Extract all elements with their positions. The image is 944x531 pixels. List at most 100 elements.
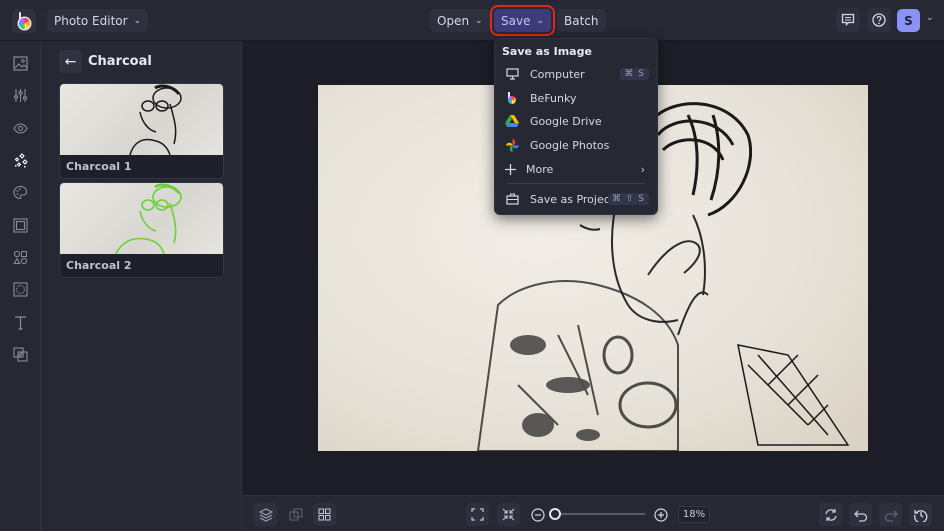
befunky-logo-icon xyxy=(17,12,31,30)
undo-button[interactable] xyxy=(849,503,872,526)
expand-icon xyxy=(471,508,484,521)
batch-label: Batch xyxy=(564,13,599,28)
menu-item-befunky[interactable]: BeFunky xyxy=(499,87,655,109)
menu-item-google-photos[interactable]: Google Photos xyxy=(499,134,655,156)
batch-button[interactable]: Batch xyxy=(557,9,606,32)
top-bar: Photo Editor ⌄ Open ⌄ Save ⌄ Batch S ⌄ xyxy=(0,0,944,41)
grid-view-button[interactable] xyxy=(313,503,336,526)
actual-size-button[interactable] xyxy=(497,503,520,526)
menu-item-label: More xyxy=(526,162,554,176)
sliders-icon xyxy=(14,89,27,102)
rail-item-textures[interactable] xyxy=(10,344,31,365)
zoom-in-button[interactable] xyxy=(649,503,672,526)
palette-icon xyxy=(13,185,28,200)
shortcut-badge: ⌘ S xyxy=(620,68,649,80)
rail-item-text[interactable] xyxy=(10,312,31,333)
comments-button[interactable] xyxy=(836,8,860,32)
zoom-out-button[interactable] xyxy=(526,503,549,526)
tool-rail xyxy=(0,41,41,531)
menu-item-label: Save as Project xyxy=(530,192,615,206)
comment-icon xyxy=(841,13,855,27)
effect-thumbnail xyxy=(60,183,223,254)
briefcase-icon xyxy=(504,193,520,205)
shrink-icon xyxy=(502,508,515,521)
menu-item-label: Computer xyxy=(530,67,585,81)
chevron-right-icon: › xyxy=(640,162,645,176)
compare-button[interactable] xyxy=(284,503,307,526)
help-icon xyxy=(872,13,886,27)
monitor-icon xyxy=(504,68,520,80)
refresh-icon xyxy=(824,508,837,521)
rail-item-edit[interactable] xyxy=(10,85,31,106)
layers-blend-icon xyxy=(13,347,28,362)
fit-to-screen-button[interactable] xyxy=(466,503,489,526)
image-icon xyxy=(13,56,28,71)
menu-item-google-drive[interactable]: Google Drive xyxy=(499,110,655,132)
google-photos-icon xyxy=(504,138,520,152)
effect-card-charcoal-1[interactable]: Charcoal 1 xyxy=(59,83,224,179)
zoom-in-icon xyxy=(653,507,668,522)
replace-image-button[interactable] xyxy=(819,503,842,526)
eye-icon xyxy=(13,123,28,134)
redo-icon xyxy=(884,510,898,522)
save-button[interactable]: Save ⌄ xyxy=(489,5,556,36)
rail-item-image-manager[interactable] xyxy=(10,53,31,74)
rail-item-graphics[interactable] xyxy=(10,247,31,268)
compare-icon xyxy=(288,507,303,521)
menu-heading: Save as Image xyxy=(502,45,592,58)
menu-item-computer[interactable]: Computer ⌘ S xyxy=(499,63,655,85)
text-icon xyxy=(15,316,26,330)
frame-icon xyxy=(13,218,28,233)
open-label: Open xyxy=(437,13,470,28)
undo-icon xyxy=(853,510,867,522)
befunky-icon xyxy=(504,91,520,105)
google-drive-icon xyxy=(504,115,520,127)
menu-item-more[interactable]: More › xyxy=(499,158,655,180)
open-button[interactable]: Open ⌄ xyxy=(430,9,490,32)
save-label: Save xyxy=(501,13,531,28)
zoom-out-icon xyxy=(530,507,545,522)
account-chevron-down-icon[interactable]: ⌄ xyxy=(926,13,934,23)
chevron-down-icon: ⌄ xyxy=(536,15,545,26)
effect-card-label: Charcoal 1 xyxy=(66,160,132,173)
save-dropdown-menu: Save as Image Computer ⌘ S BeFunky Googl… xyxy=(494,38,658,215)
bottom-toolbar: 18% xyxy=(242,495,944,531)
shortcut-badge: ⌘ ⇧ S xyxy=(608,193,649,205)
help-button[interactable] xyxy=(867,8,891,32)
rail-item-artsy[interactable] xyxy=(10,182,31,203)
zoom-percent-field[interactable]: 18% xyxy=(678,506,710,523)
grid-icon xyxy=(318,508,331,521)
rail-item-effects[interactable] xyxy=(10,150,31,171)
rail-item-overlays[interactable] xyxy=(10,279,31,300)
history-button[interactable] xyxy=(909,503,932,526)
plus-icon xyxy=(502,163,518,175)
shapes-icon xyxy=(13,250,28,265)
back-button[interactable]: ← xyxy=(59,50,82,73)
menu-item-save-as-project[interactable]: Save as Project ⌘ ⇧ S xyxy=(499,188,655,210)
menu-item-label: Google Drive xyxy=(530,114,602,128)
zoom-slider-handle[interactable] xyxy=(549,508,561,520)
app-menu-label: Photo Editor xyxy=(54,13,128,28)
panel-title: Charcoal xyxy=(88,54,152,69)
effect-card-charcoal-2[interactable]: Charcoal 2 xyxy=(59,182,224,278)
history-icon xyxy=(913,509,927,522)
rail-item-touch-up[interactable] xyxy=(10,118,31,139)
arrow-left-icon: ← xyxy=(64,53,77,70)
rail-item-frames[interactable] xyxy=(10,215,31,236)
effect-card-label: Charcoal 2 xyxy=(66,259,132,272)
app-menu-button[interactable]: Photo Editor ⌄ xyxy=(47,9,149,32)
menu-divider xyxy=(507,183,645,184)
menu-item-label: Google Photos xyxy=(530,138,610,152)
chevron-down-icon: ⌄ xyxy=(133,15,142,26)
layers-button[interactable] xyxy=(254,503,277,526)
chevron-down-icon: ⌄ xyxy=(475,15,483,26)
befunky-logo[interactable] xyxy=(12,9,36,33)
redo-button[interactable] xyxy=(879,503,902,526)
overlay-icon xyxy=(13,282,28,297)
sparkles-icon xyxy=(14,152,28,167)
zoom-slider[interactable] xyxy=(549,508,645,520)
effect-thumbnail xyxy=(60,84,223,155)
menu-item-label: BeFunky xyxy=(530,91,577,105)
effects-panel: ← Charcoal Charcoal 1 Charcoal 2 xyxy=(41,41,242,531)
user-avatar[interactable]: S xyxy=(897,9,920,32)
